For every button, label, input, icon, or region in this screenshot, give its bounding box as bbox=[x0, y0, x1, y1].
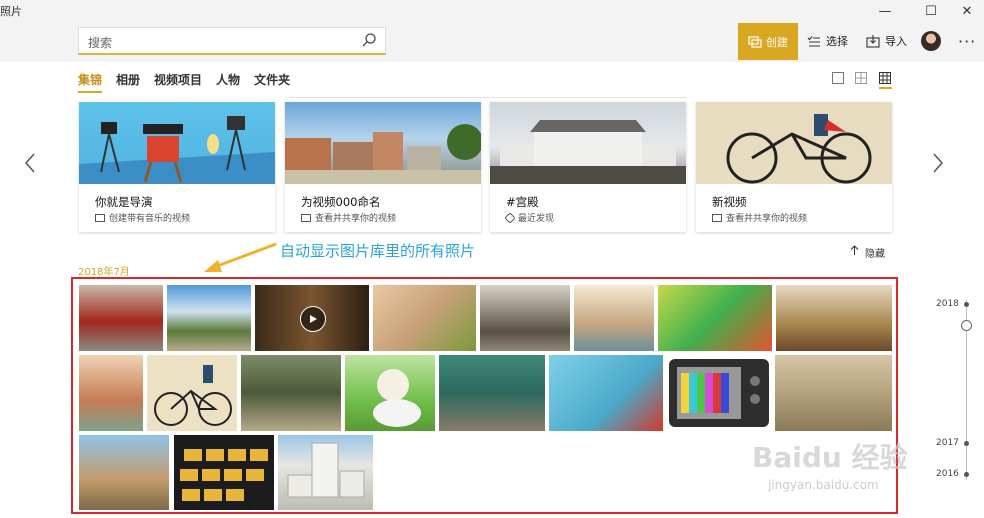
large-view-icon[interactable] bbox=[832, 72, 844, 84]
photo-thumbnail[interactable] bbox=[574, 285, 654, 351]
photo-thumbnail[interactable] bbox=[775, 355, 892, 431]
watermark-logo: Baidu 经验 bbox=[752, 441, 908, 474]
photo-thumbnail-tv[interactable] bbox=[667, 355, 771, 431]
card-new-video[interactable]: 新视频 查看并共享你的视频 bbox=[696, 102, 892, 232]
photo-thumbnail[interactable] bbox=[174, 435, 274, 510]
video-icon bbox=[712, 213, 722, 222]
photo-thumbnail[interactable] bbox=[480, 285, 570, 351]
card-subtitle: 查看并共享你的视频 bbox=[315, 214, 397, 224]
card-palace[interactable]: #宫殿 最近发现 bbox=[490, 102, 686, 232]
select-list-icon bbox=[807, 36, 820, 47]
divider bbox=[290, 97, 686, 98]
tab-collection[interactable]: 集锦 bbox=[78, 71, 103, 93]
chevron-right-icon bbox=[933, 153, 944, 173]
search-icon[interactable] bbox=[361, 32, 377, 48]
select-label: 选择 bbox=[826, 35, 848, 48]
maximize-button[interactable]: ☐ bbox=[914, 0, 948, 22]
app-title: 照片 bbox=[0, 5, 22, 18]
photo-thumbnail[interactable] bbox=[278, 435, 373, 510]
card-subtitle: 创建带有音乐的视频 bbox=[109, 214, 191, 224]
photo-thumbnail[interactable] bbox=[373, 285, 476, 351]
annotation-arrow-icon bbox=[204, 242, 277, 272]
minimize-button[interactable]: — bbox=[868, 0, 902, 22]
card-subtitle-row: 查看并共享你的视频 bbox=[712, 211, 807, 224]
timeline-thumb[interactable] bbox=[961, 320, 972, 331]
timeline-year-2017[interactable]: 2017 bbox=[936, 438, 959, 448]
photo-thumbnail[interactable] bbox=[147, 355, 237, 431]
photo-thumbnail[interactable] bbox=[776, 285, 892, 351]
import-button[interactable]: 导入 bbox=[866, 30, 907, 52]
date-group-label: 2018年7月 bbox=[78, 267, 130, 278]
card-subtitle: 查看并共享你的视频 bbox=[726, 214, 808, 224]
photo-thumbnail[interactable] bbox=[439, 355, 545, 431]
timeline-year-2016[interactable]: 2016 bbox=[936, 469, 959, 479]
card-subtitle-row: 创建带有音乐的视频 bbox=[95, 211, 190, 224]
card-title: 新视频 bbox=[712, 195, 747, 209]
card-image-campus-buildings bbox=[285, 102, 481, 184]
carousel-next-button[interactable] bbox=[932, 152, 944, 180]
create-icon bbox=[748, 35, 762, 48]
photo-thumbnail[interactable] bbox=[79, 355, 143, 431]
photo-thumbnail[interactable] bbox=[345, 355, 435, 431]
video-thumbnail[interactable] bbox=[255, 285, 369, 351]
timeline-year-2018[interactable]: 2018 bbox=[936, 299, 959, 309]
tab-people[interactable]: 人物 bbox=[216, 71, 240, 93]
video-icon bbox=[301, 213, 311, 222]
small-view-icon[interactable] bbox=[879, 72, 891, 84]
card-image-bicycle bbox=[696, 102, 892, 184]
timeline-marker[interactable] bbox=[964, 302, 969, 307]
card-subtitle-row: 查看并共享你的视频 bbox=[301, 211, 396, 224]
card-image-palace bbox=[490, 102, 686, 184]
select-button[interactable]: 选择 bbox=[807, 30, 848, 52]
nav-tabs: 集锦 相册 视频项目 人物 文件夹 bbox=[78, 71, 290, 93]
photo-thumbnail[interactable] bbox=[167, 285, 251, 351]
card-title: 为视频000命名 bbox=[301, 195, 381, 209]
photo-thumbnail[interactable] bbox=[79, 285, 163, 351]
import-label: 导入 bbox=[885, 35, 907, 48]
photo-thumbnail[interactable] bbox=[241, 355, 341, 431]
photo-thumbnail[interactable] bbox=[658, 285, 772, 351]
arrow-up-icon bbox=[850, 245, 859, 255]
carousel-prev-button[interactable] bbox=[24, 152, 36, 180]
tab-video-projects[interactable]: 视频项目 bbox=[154, 71, 202, 93]
card-director[interactable]: 你就是导演 创建带有音乐的视频 bbox=[79, 102, 275, 232]
view-active-indicator bbox=[879, 87, 892, 89]
tag-icon bbox=[504, 211, 516, 224]
medium-view-icon[interactable] bbox=[855, 72, 867, 84]
create-button[interactable]: 创建 bbox=[738, 23, 798, 60]
photo-thumbnail[interactable] bbox=[549, 355, 663, 431]
card-subtitle-row: 最近发现 bbox=[504, 211, 555, 224]
search-box[interactable]: 搜索 bbox=[78, 27, 386, 55]
more-options-button[interactable]: ··· bbox=[958, 32, 976, 51]
watermark-url: jingyan.baidu.com bbox=[768, 478, 879, 492]
avatar[interactable] bbox=[921, 31, 941, 51]
search-input[interactable]: 搜索 bbox=[88, 34, 112, 51]
video-icon bbox=[95, 213, 105, 222]
timeline-marker[interactable] bbox=[964, 441, 969, 446]
tab-folders[interactable]: 文件夹 bbox=[254, 71, 290, 93]
card-title: 你就是导演 bbox=[95, 195, 153, 209]
card-subtitle: 最近发现 bbox=[518, 214, 555, 224]
tab-albums[interactable]: 相册 bbox=[116, 71, 140, 93]
hide-label: 隐藏 bbox=[865, 249, 885, 260]
card-title: #宫殿 bbox=[506, 195, 539, 209]
timeline-marker[interactable] bbox=[964, 472, 969, 477]
hide-button[interactable]: 隐藏 bbox=[850, 245, 885, 260]
import-icon bbox=[866, 34, 880, 48]
chevron-left-icon bbox=[24, 153, 35, 173]
create-label: 创建 bbox=[766, 35, 788, 49]
photo-thumbnail[interactable] bbox=[79, 435, 169, 510]
play-icon[interactable] bbox=[300, 306, 326, 332]
card-image-director bbox=[79, 102, 275, 184]
close-button[interactable]: ✕ bbox=[950, 0, 984, 22]
annotation-text: 自动显示图片库里的所有照片 bbox=[280, 242, 476, 260]
card-video-000[interactable]: 为视频000命名 查看并共享你的视频 bbox=[285, 102, 481, 232]
